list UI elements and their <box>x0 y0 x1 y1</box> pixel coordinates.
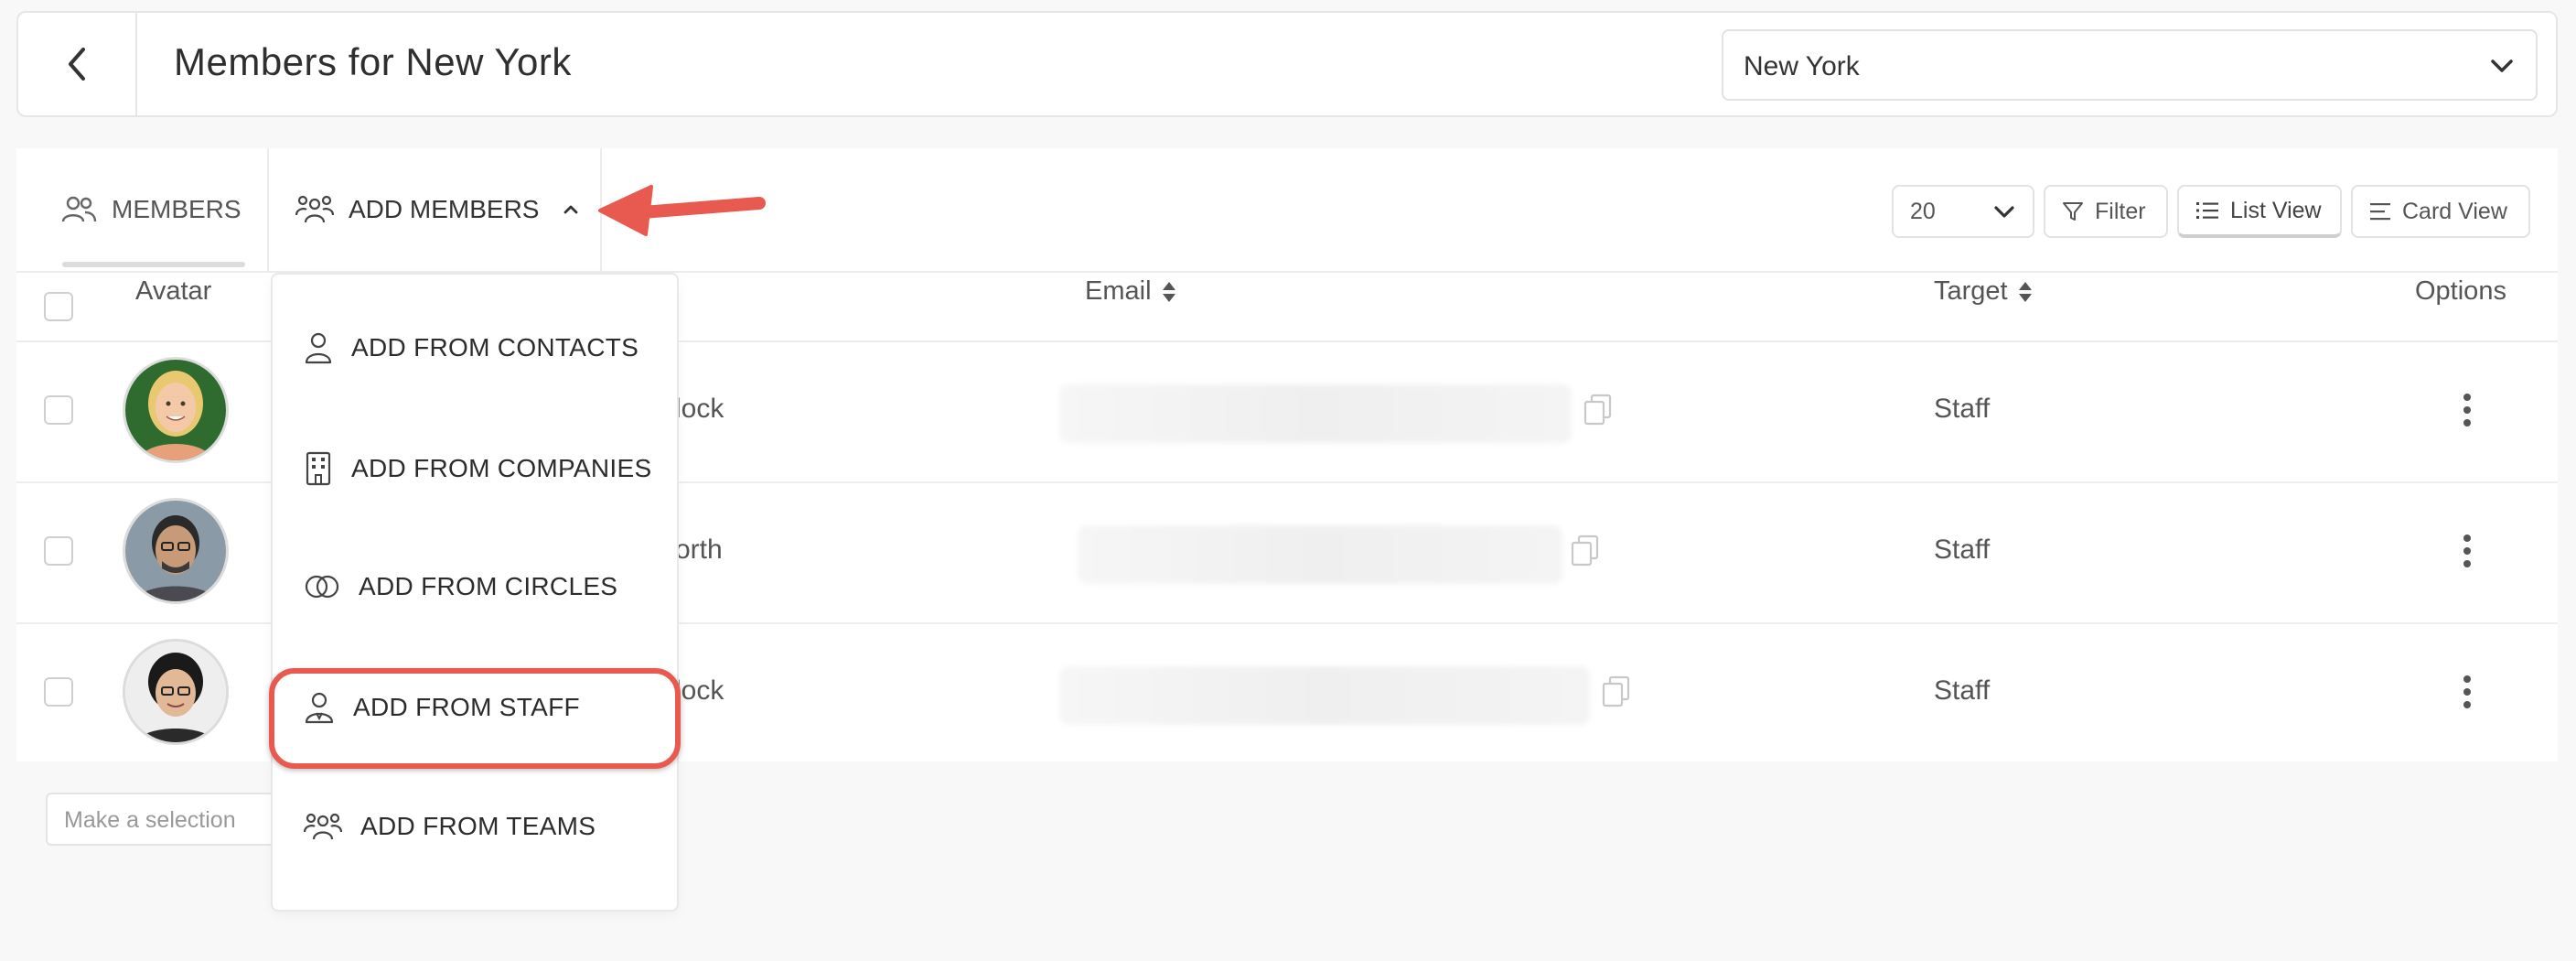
row-checkbox[interactable] <box>44 677 73 707</box>
annotation-arrow <box>598 185 766 236</box>
column-header-email[interactable]: Email <box>1085 276 1177 307</box>
select-all-checkbox[interactable] <box>44 292 73 321</box>
chevron-down-icon <box>2491 59 2513 72</box>
page-size-select[interactable]: 20 <box>1892 185 2034 238</box>
add-members-menu: ADD FROM CONTACTS ADD FROM COMPANIES ADD… <box>271 273 679 912</box>
tab-add-members[interactable]: ADD MEMBERS <box>295 148 581 271</box>
location-select[interactable]: New York <box>1722 29 2538 101</box>
column-header-avatar: Avatar <box>135 276 212 306</box>
menu-item-add-from-circles[interactable]: ADD FROM CIRCLES <box>304 571 617 602</box>
sort-icon <box>1162 281 1175 302</box>
row-options-icon[interactable] <box>2463 394 2471 432</box>
menu-item-label: ADD FROM CONTACTS <box>351 333 639 362</box>
circles-icon <box>305 575 339 599</box>
column-header-options: Options <box>2415 276 2506 306</box>
back-button[interactable] <box>18 13 137 115</box>
list-view-label: List View <box>2230 197 2322 223</box>
member-target: Staff <box>1934 675 1991 706</box>
menu-item-add-from-companies[interactable]: ADD FROM COMPANIES <box>304 451 651 486</box>
row-checkbox[interactable] <box>44 536 73 566</box>
building-icon <box>306 451 331 486</box>
member-target: Staff <box>1934 534 1991 565</box>
chevron-up-icon <box>564 205 578 214</box>
list-view-button[interactable]: List View <box>2177 185 2342 238</box>
row-options-icon[interactable] <box>2463 534 2471 573</box>
member-email-redacted <box>1078 525 1562 584</box>
row-options-icon[interactable] <box>2463 675 2471 714</box>
tab-members-label: MEMBERS <box>112 195 242 223</box>
menu-item-add-from-teams[interactable]: ADD FROM TEAMS <box>304 811 596 842</box>
member-name[interactable]: lock <box>675 394 724 425</box>
annotation-highlight-box <box>269 668 681 769</box>
member-email-redacted <box>1059 666 1590 725</box>
tab-add-members-label: ADD MEMBERS <box>349 195 540 223</box>
bulk-action-select[interactable]: Make a selection <box>46 793 274 846</box>
card-view-icon <box>2370 203 2390 221</box>
users-icon <box>61 196 97 222</box>
sort-icon <box>2018 281 2032 302</box>
member-target: Staff <box>1934 394 1991 424</box>
filter-label: Filter <box>2095 198 2146 224</box>
avatar <box>123 357 229 463</box>
column-header-target[interactable]: Target <box>1934 276 2034 307</box>
tab-members[interactable]: MEMBERS <box>60 148 242 271</box>
page-header: Members for New York New York <box>16 11 2558 117</box>
page-title: Members for New York <box>174 40 572 83</box>
menu-item-label: ADD FROM COMPANIES <box>351 454 652 482</box>
tab-divider <box>267 148 269 271</box>
active-tab-indicator <box>62 262 245 267</box>
users-group-icon <box>295 195 334 223</box>
menu-item-label: ADD FROM CIRCLES <box>359 572 618 600</box>
team-icon <box>304 813 342 840</box>
person-icon <box>305 332 332 364</box>
menu-item-add-from-contacts[interactable]: ADD FROM CONTACTS <box>304 331 639 364</box>
avatar <box>123 639 229 745</box>
copy-icon[interactable] <box>1583 394 1614 427</box>
avatar <box>123 498 229 604</box>
chevron-left-icon <box>69 48 85 81</box>
location-select-value: New York <box>1744 51 1860 81</box>
copy-icon[interactable] <box>1601 675 1632 708</box>
chevron-down-icon <box>1994 206 2014 218</box>
card-view-label: Card View <box>2402 198 2507 224</box>
tabs-toolbar: MEMBERS ADD MEMBERS 20 Filter List View … <box>16 148 2558 273</box>
page-size-value: 20 <box>1910 198 1936 224</box>
row-checkbox[interactable] <box>44 395 73 425</box>
member-name[interactable]: orth <box>675 534 723 566</box>
list-icon <box>2196 202 2218 219</box>
card-view-button[interactable]: Card View <box>2351 185 2530 238</box>
member-email-redacted <box>1059 384 1572 443</box>
filter-button[interactable]: Filter <box>2044 185 2168 238</box>
menu-item-label: ADD FROM TEAMS <box>360 812 596 840</box>
column-header-target-label: Target <box>1934 276 2008 306</box>
member-name[interactable]: lock <box>675 675 724 707</box>
copy-icon[interactable] <box>1570 534 1601 567</box>
column-header-email-label: Email <box>1085 276 1152 306</box>
filter-icon <box>2063 202 2083 221</box>
